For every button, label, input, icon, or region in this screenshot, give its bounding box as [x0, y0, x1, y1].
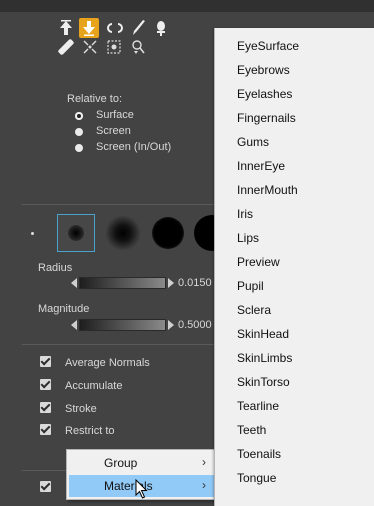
material-item[interactable]: InnerEye: [237, 159, 285, 173]
screen-radio[interactable]: [75, 128, 83, 136]
surface-radio[interactable]: [75, 112, 83, 120]
magnitude-value: 0.5000: [178, 319, 212, 331]
brush-preset-soft-small[interactable]: [57, 214, 95, 252]
brush-preset-dot[interactable]: [31, 232, 34, 235]
stroke-checkbox[interactable]: [40, 402, 51, 413]
radius-value: 0.0150: [178, 277, 212, 289]
move-down-icon[interactable]: [79, 18, 99, 38]
restrict-to-checkbox[interactable]: [40, 424, 51, 435]
accumulate-label: Accumulate: [65, 380, 123, 392]
material-item[interactable]: Tearline: [237, 399, 279, 413]
magnitude-slider[interactable]: [79, 319, 166, 331]
stroke-label: Stroke: [65, 403, 97, 415]
average-normals-label: Average Normals: [65, 357, 150, 369]
surface-radio-label: Surface: [96, 109, 134, 121]
radius-decrease-arrow[interactable]: [71, 278, 77, 288]
push-pin-icon[interactable]: [152, 19, 170, 37]
material-item[interactable]: Gums: [237, 135, 269, 149]
rotate-icon[interactable]: [106, 19, 124, 37]
menu-item-group-label: Group: [104, 456, 138, 470]
mouse-cursor-icon: [135, 478, 149, 502]
submenu-arrow-icon: ›: [202, 455, 206, 469]
material-item[interactable]: Tongue: [237, 471, 276, 485]
magnitude-increase-arrow[interactable]: [168, 320, 174, 330]
materials-submenu: EyeSurface Eyebrows Eyelashes Fingernail…: [214, 28, 374, 506]
material-item[interactable]: Eyelashes: [237, 87, 292, 101]
average-normals-checkbox[interactable]: [40, 356, 51, 367]
top-strip: [0, 0, 374, 12]
brush-preset-soft-large[interactable]: [105, 215, 141, 251]
screen-in-out-radio-label: Screen (In/Out): [96, 141, 172, 153]
material-item[interactable]: Sclera: [237, 303, 271, 317]
divider: [22, 344, 214, 345]
frame-select-icon[interactable]: [105, 38, 123, 56]
magnitude-decrease-arrow[interactable]: [71, 320, 77, 330]
material-item[interactable]: Pupil: [237, 279, 264, 293]
brush-preset-hard-medium[interactable]: [152, 217, 184, 249]
divider: [22, 470, 66, 471]
material-item[interactable]: InnerMouth: [237, 183, 298, 197]
menu-item-group[interactable]: Group ›: [69, 452, 216, 474]
submenu-arrow-icon: ›: [202, 478, 206, 492]
relative-to-heading: Relative to:: [67, 93, 123, 105]
material-item[interactable]: SkinTorso: [237, 375, 290, 389]
option-checkbox[interactable]: [40, 481, 51, 492]
bandage-icon[interactable]: [57, 38, 75, 56]
radius-increase-arrow[interactable]: [168, 278, 174, 288]
material-item[interactable]: Eyebrows: [237, 63, 290, 77]
radius-label: Radius: [38, 262, 73, 274]
material-item[interactable]: Toenails: [237, 447, 281, 461]
material-item[interactable]: Teeth: [237, 423, 266, 437]
magnitude-label: Magnitude: [38, 303, 90, 315]
material-item[interactable]: Lips: [237, 231, 259, 245]
accumulate-checkbox[interactable]: [40, 379, 51, 390]
pose-icon[interactable]: [129, 38, 147, 56]
material-item[interactable]: EyeSurface: [237, 39, 299, 53]
material-item[interactable]: Fingernails: [237, 111, 296, 125]
move-up-icon[interactable]: [57, 19, 75, 37]
material-item[interactable]: Preview: [237, 255, 280, 269]
restrict-to-label: Restrict to: [65, 425, 115, 437]
brush-icon[interactable]: [130, 19, 148, 37]
scatter-icon[interactable]: [81, 38, 99, 56]
material-item[interactable]: SkinLimbs: [237, 351, 292, 365]
material-item[interactable]: Iris: [237, 207, 253, 221]
divider: [22, 204, 214, 205]
material-item[interactable]: SkinHead: [237, 327, 289, 341]
radius-slider[interactable]: [79, 277, 166, 289]
screen-radio-label: Screen: [96, 125, 131, 137]
screen-in-out-radio[interactable]: [75, 144, 83, 152]
